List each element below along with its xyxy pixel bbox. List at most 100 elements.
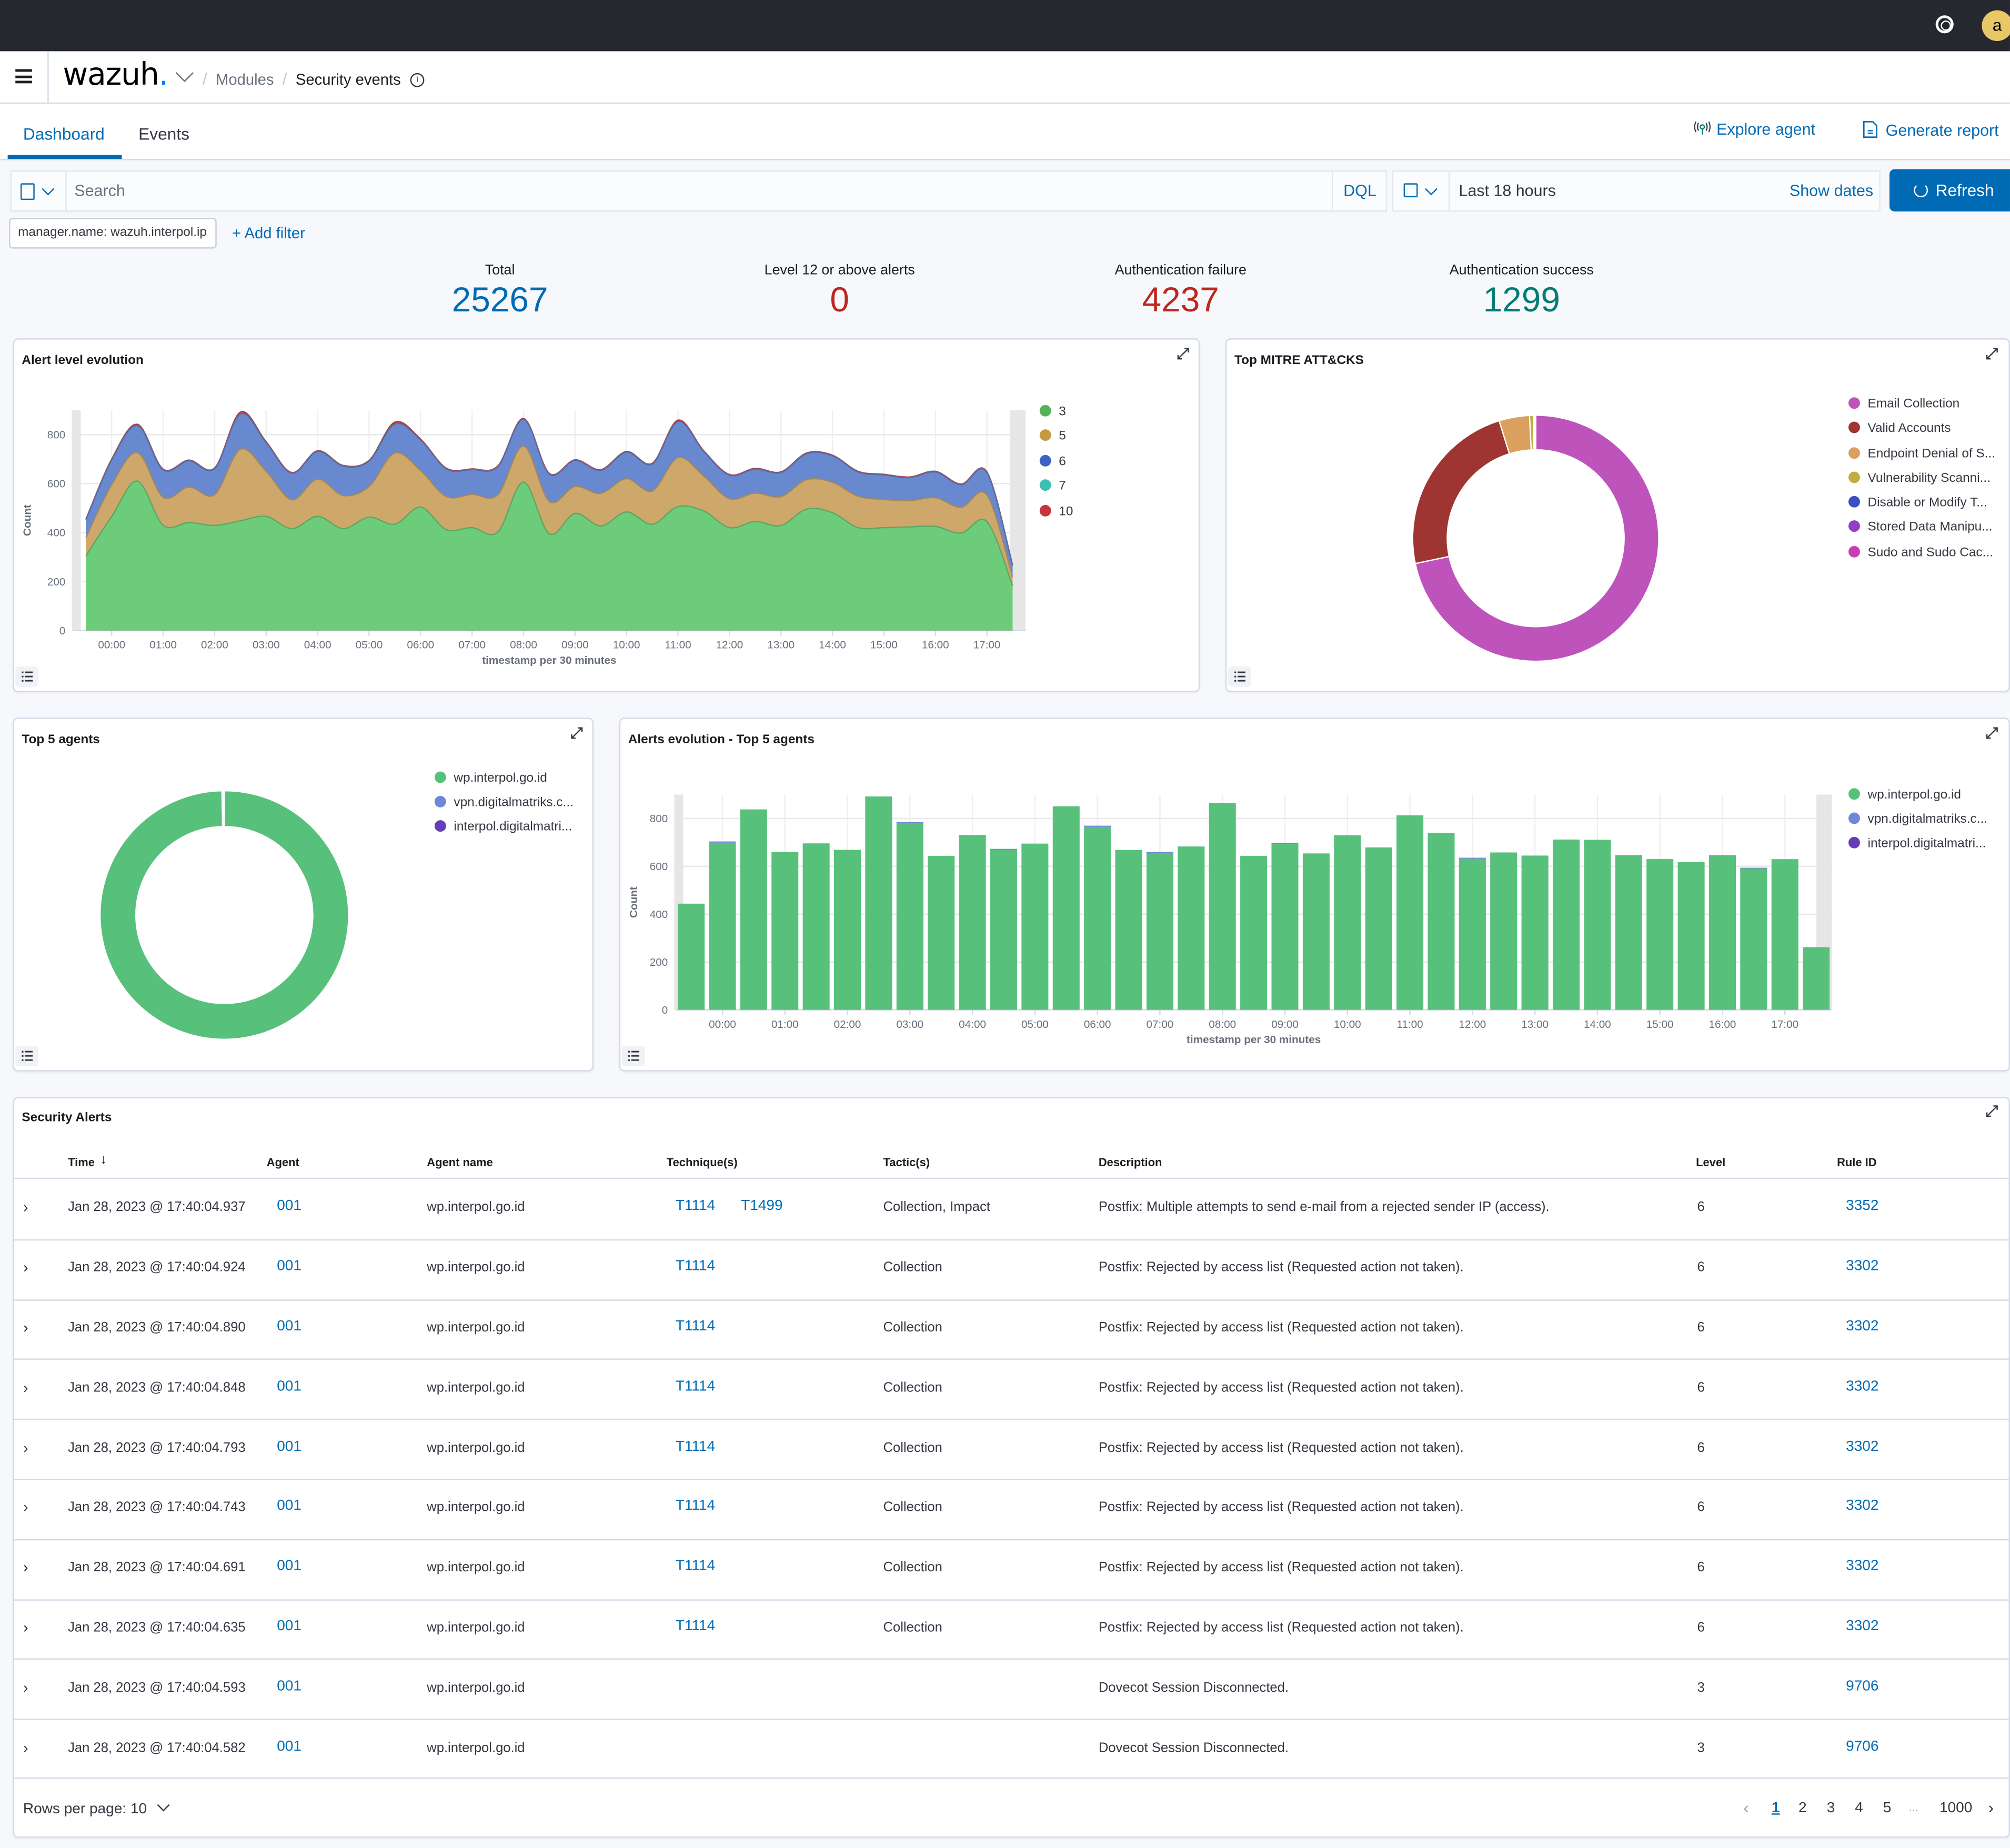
generate-report-button[interactable]: Generate report bbox=[1863, 120, 1999, 140]
legend-item[interactable]: wp.interpol.go.id bbox=[435, 772, 574, 786]
bar-wp-interpol-go-id[interactable] bbox=[1803, 947, 1830, 1010]
bar-wp-interpol-go-id[interactable] bbox=[1053, 806, 1080, 1010]
cell-agent-link[interactable]: 001 bbox=[277, 1679, 302, 1694]
bar-wp-interpol-go-id[interactable] bbox=[709, 843, 736, 1010]
bar-wp-interpol-go-id[interactable] bbox=[1646, 860, 1673, 1010]
column-header-tactic-s-[interactable]: Tactic(s) bbox=[883, 1156, 930, 1168]
bar-vpn-digitalmatriks-c-[interactable] bbox=[1646, 859, 1673, 860]
cell-agent-link[interactable]: 001 bbox=[277, 1559, 302, 1574]
bar-wp-interpol-go-id[interactable] bbox=[1740, 868, 1767, 1010]
table-row[interactable] bbox=[14, 1659, 2009, 1719]
bar-wp-interpol-go-id[interactable] bbox=[1428, 833, 1454, 1010]
table-row[interactable] bbox=[14, 1299, 2009, 1359]
technique-link[interactable]: T1114 bbox=[676, 1499, 715, 1514]
bar-wp-interpol-go-id[interactable] bbox=[1615, 855, 1642, 1009]
bar-wp-interpol-go-id[interactable] bbox=[1772, 859, 1798, 1009]
bar-wp-interpol-go-id[interactable] bbox=[1678, 862, 1705, 1010]
table-row[interactable] bbox=[14, 1239, 2009, 1299]
legend-item-level-6[interactable]: 6 bbox=[1040, 455, 1073, 469]
donut-slice-valid-accounts[interactable] bbox=[1413, 421, 1510, 563]
bar-vpn-digitalmatriks-c-[interactable] bbox=[897, 822, 923, 823]
legend-item[interactable]: Sudo and Sudo Cac... bbox=[1848, 546, 1995, 560]
chevron-right-icon[interactable]: › bbox=[23, 1739, 28, 1756]
legend-item-level-3[interactable]: 3 bbox=[1040, 405, 1073, 419]
bar-vpn-digitalmatriks-c-[interactable] bbox=[1147, 852, 1173, 853]
rows-per-page-select[interactable]: Rows per page: 10 bbox=[23, 1801, 168, 1817]
expand-icon[interactable] bbox=[570, 726, 583, 739]
rule-id-link[interactable]: 9706 bbox=[1846, 1739, 1878, 1754]
rule-id-link[interactable]: 3302 bbox=[1846, 1619, 1878, 1634]
technique-link[interactable]: T1114 bbox=[676, 1379, 715, 1394]
explore-agent-button[interactable]: Explore agent bbox=[1693, 120, 1815, 138]
bar-wp-interpol-go-id[interactable] bbox=[1459, 859, 1486, 1009]
help-icon[interactable] bbox=[1936, 15, 1954, 33]
bar-wp-interpol-go-id[interactable] bbox=[1240, 856, 1267, 1010]
saved-query-icon[interactable] bbox=[21, 183, 35, 200]
rule-id-link[interactable]: 9706 bbox=[1846, 1679, 1878, 1694]
bar-vpn-digitalmatriks-c-[interactable] bbox=[1084, 826, 1111, 827]
page-2-button[interactable]: 2 bbox=[1798, 1801, 1807, 1816]
wazuh-logo[interactable]: wazuh. bbox=[63, 56, 168, 92]
rule-id-link[interactable]: 3302 bbox=[1846, 1319, 1878, 1334]
expand-icon[interactable] bbox=[1177, 347, 1189, 360]
bar-wp-interpol-go-id[interactable] bbox=[678, 904, 705, 1010]
expand-icon[interactable] bbox=[1986, 347, 1998, 360]
rule-id-link[interactable]: 3302 bbox=[1846, 1499, 1878, 1514]
legend-item[interactable]: Stored Data Manipu... bbox=[1848, 521, 1995, 535]
bar-wp-interpol-go-id[interactable] bbox=[1147, 852, 1173, 1010]
rule-id-link[interactable]: 3302 bbox=[1846, 1559, 1878, 1574]
bar-wp-interpol-go-id[interactable] bbox=[834, 850, 861, 1009]
bar-wp-interpol-go-id[interactable] bbox=[1709, 855, 1736, 1009]
bar-vpn-digitalmatriks-c-[interactable] bbox=[709, 842, 736, 843]
rule-id-link[interactable]: 3352 bbox=[1846, 1199, 1878, 1214]
calendar-icon[interactable] bbox=[1404, 183, 1418, 197]
info-icon[interactable]: i bbox=[410, 74, 425, 88]
bar-vpn-digitalmatriks-c-[interactable] bbox=[1740, 868, 1767, 869]
legend-toggle-button[interactable] bbox=[15, 1046, 38, 1066]
legend-item[interactable]: vpn.digitalmatriks.c... bbox=[435, 796, 574, 810]
bar-vpn-digitalmatriks-c-[interactable] bbox=[1459, 858, 1486, 859]
legend-item[interactable]: Valid Accounts bbox=[1848, 422, 1995, 436]
legend-item[interactable]: Vulnerability Scanni... bbox=[1848, 471, 1995, 486]
table-row[interactable] bbox=[14, 1539, 2009, 1599]
bar-wp-interpol-go-id[interactable] bbox=[1553, 840, 1580, 1010]
technique-link[interactable]: T1114 bbox=[676, 1439, 715, 1454]
legend-item[interactable]: Endpoint Denial of S... bbox=[1848, 447, 1995, 461]
breadcrumb-modules[interactable]: Modules bbox=[216, 70, 274, 88]
user-avatar[interactable]: a bbox=[1982, 10, 2010, 41]
chevron-right-icon[interactable]: › bbox=[23, 1439, 28, 1457]
bar-wp-interpol-go-id[interactable] bbox=[1522, 855, 1549, 1009]
page-last-button[interactable]: 1000 bbox=[1939, 1801, 1972, 1816]
legend-item-agent[interactable]: wp.interpol.go.id bbox=[1848, 788, 1987, 802]
expand-icon[interactable] bbox=[1986, 726, 1998, 739]
chevron-right-icon[interactable]: › bbox=[23, 1319, 28, 1337]
bar-wp-interpol-go-id[interactable] bbox=[1178, 846, 1204, 1010]
bar-wp-interpol-go-id[interactable] bbox=[1396, 815, 1423, 1010]
bar-wp-interpol-go-id[interactable] bbox=[1115, 850, 1142, 1010]
cell-agent-link[interactable]: 001 bbox=[277, 1379, 302, 1394]
hamburger-menu-icon[interactable] bbox=[15, 69, 32, 84]
page-1-button[interactable]: 1 bbox=[1772, 1801, 1780, 1816]
legend-item[interactable]: Email Collection bbox=[1848, 397, 1995, 411]
legend-item-level-7[interactable]: 7 bbox=[1040, 480, 1073, 494]
arrow-down-icon[interactable]: ↓ bbox=[100, 1152, 107, 1167]
cell-agent-link[interactable]: 001 bbox=[277, 1259, 302, 1274]
cell-agent-link[interactable]: 001 bbox=[277, 1739, 302, 1754]
column-header-level[interactable]: Level bbox=[1696, 1156, 1725, 1168]
page-3-button[interactable]: 3 bbox=[1827, 1801, 1835, 1816]
add-filter-button[interactable]: + Add filter bbox=[232, 224, 305, 242]
rule-id-link[interactable]: 3302 bbox=[1846, 1439, 1878, 1454]
bar-vpn-digitalmatriks-c-[interactable] bbox=[1271, 843, 1298, 844]
tab-events[interactable]: Events bbox=[138, 124, 189, 144]
chevron-right-icon[interactable]: › bbox=[23, 1379, 28, 1397]
bar-wp-interpol-go-id[interactable] bbox=[990, 849, 1017, 1010]
technique-link[interactable]: T1114 bbox=[676, 1619, 715, 1634]
bar-wp-interpol-go-id[interactable] bbox=[1584, 840, 1611, 1009]
show-dates-button[interactable]: Show dates bbox=[1790, 182, 1873, 200]
cell-agent-link[interactable]: 001 bbox=[277, 1439, 302, 1454]
column-header-time[interactable]: Time bbox=[68, 1156, 95, 1168]
technique-link[interactable]: T1114 bbox=[676, 1199, 715, 1214]
chevron-right-icon[interactable]: › bbox=[23, 1259, 28, 1277]
chevron-right-icon[interactable]: › bbox=[23, 1619, 28, 1637]
previous-page-icon[interactable]: ‹ bbox=[1743, 1798, 1749, 1817]
